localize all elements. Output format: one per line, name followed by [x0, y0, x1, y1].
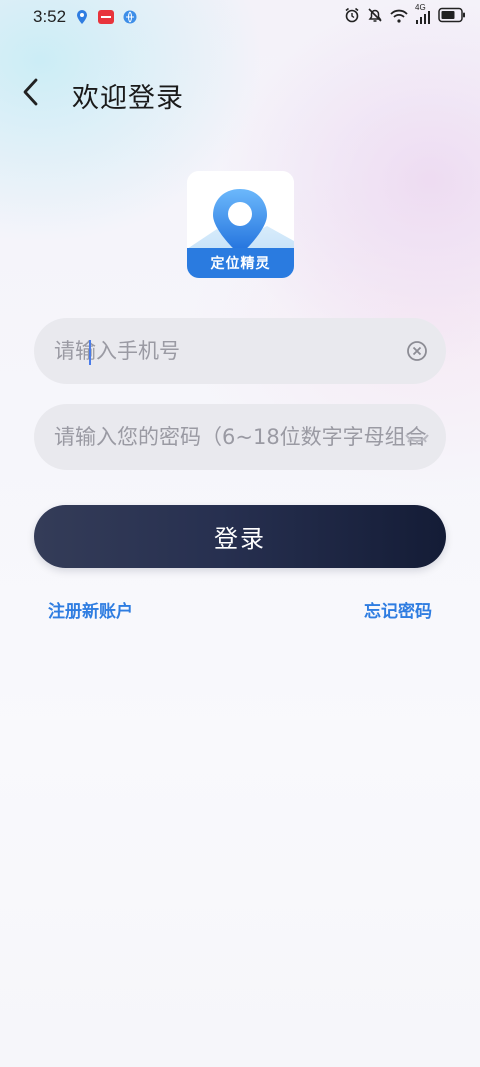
eye-closed-icon[interactable] [404, 426, 430, 448]
clear-icon[interactable] [406, 340, 428, 362]
app-logo: 定位精灵 [187, 171, 294, 278]
status-right: 4G [344, 3, 466, 27]
signal-icon: 4G [415, 3, 431, 24]
chevron-left-icon [21, 78, 41, 110]
header: 欢迎登录 [0, 64, 480, 124]
phone-field-container [34, 318, 446, 384]
login-button[interactable]: 登录 [34, 505, 446, 568]
forgot-password-link[interactable]: 忘记密码 [364, 597, 432, 622]
phone-input[interactable] [54, 318, 426, 384]
alarm-icon [344, 7, 360, 27]
page-title: 欢迎登录 [72, 83, 184, 114]
status-bar: 3:52 4G [0, 0, 480, 34]
map-pin-icon [74, 9, 90, 25]
status-left: 3:52 [33, 7, 138, 27]
text-cursor [89, 340, 91, 365]
status-time: 3:52 [33, 7, 67, 26]
password-input[interactable] [54, 404, 426, 470]
wifi-icon [390, 8, 408, 27]
mute-icon [367, 7, 383, 27]
password-field-container [34, 404, 446, 470]
logo-label: 定位精灵 [210, 256, 271, 272]
register-link[interactable]: 注册新账户 [48, 597, 133, 622]
network-type-label: 4G [415, 3, 426, 12]
back-button[interactable] [14, 74, 48, 114]
battery-icon [438, 7, 466, 27]
app-notification-icon [98, 9, 115, 25]
browser-icon [122, 9, 138, 25]
